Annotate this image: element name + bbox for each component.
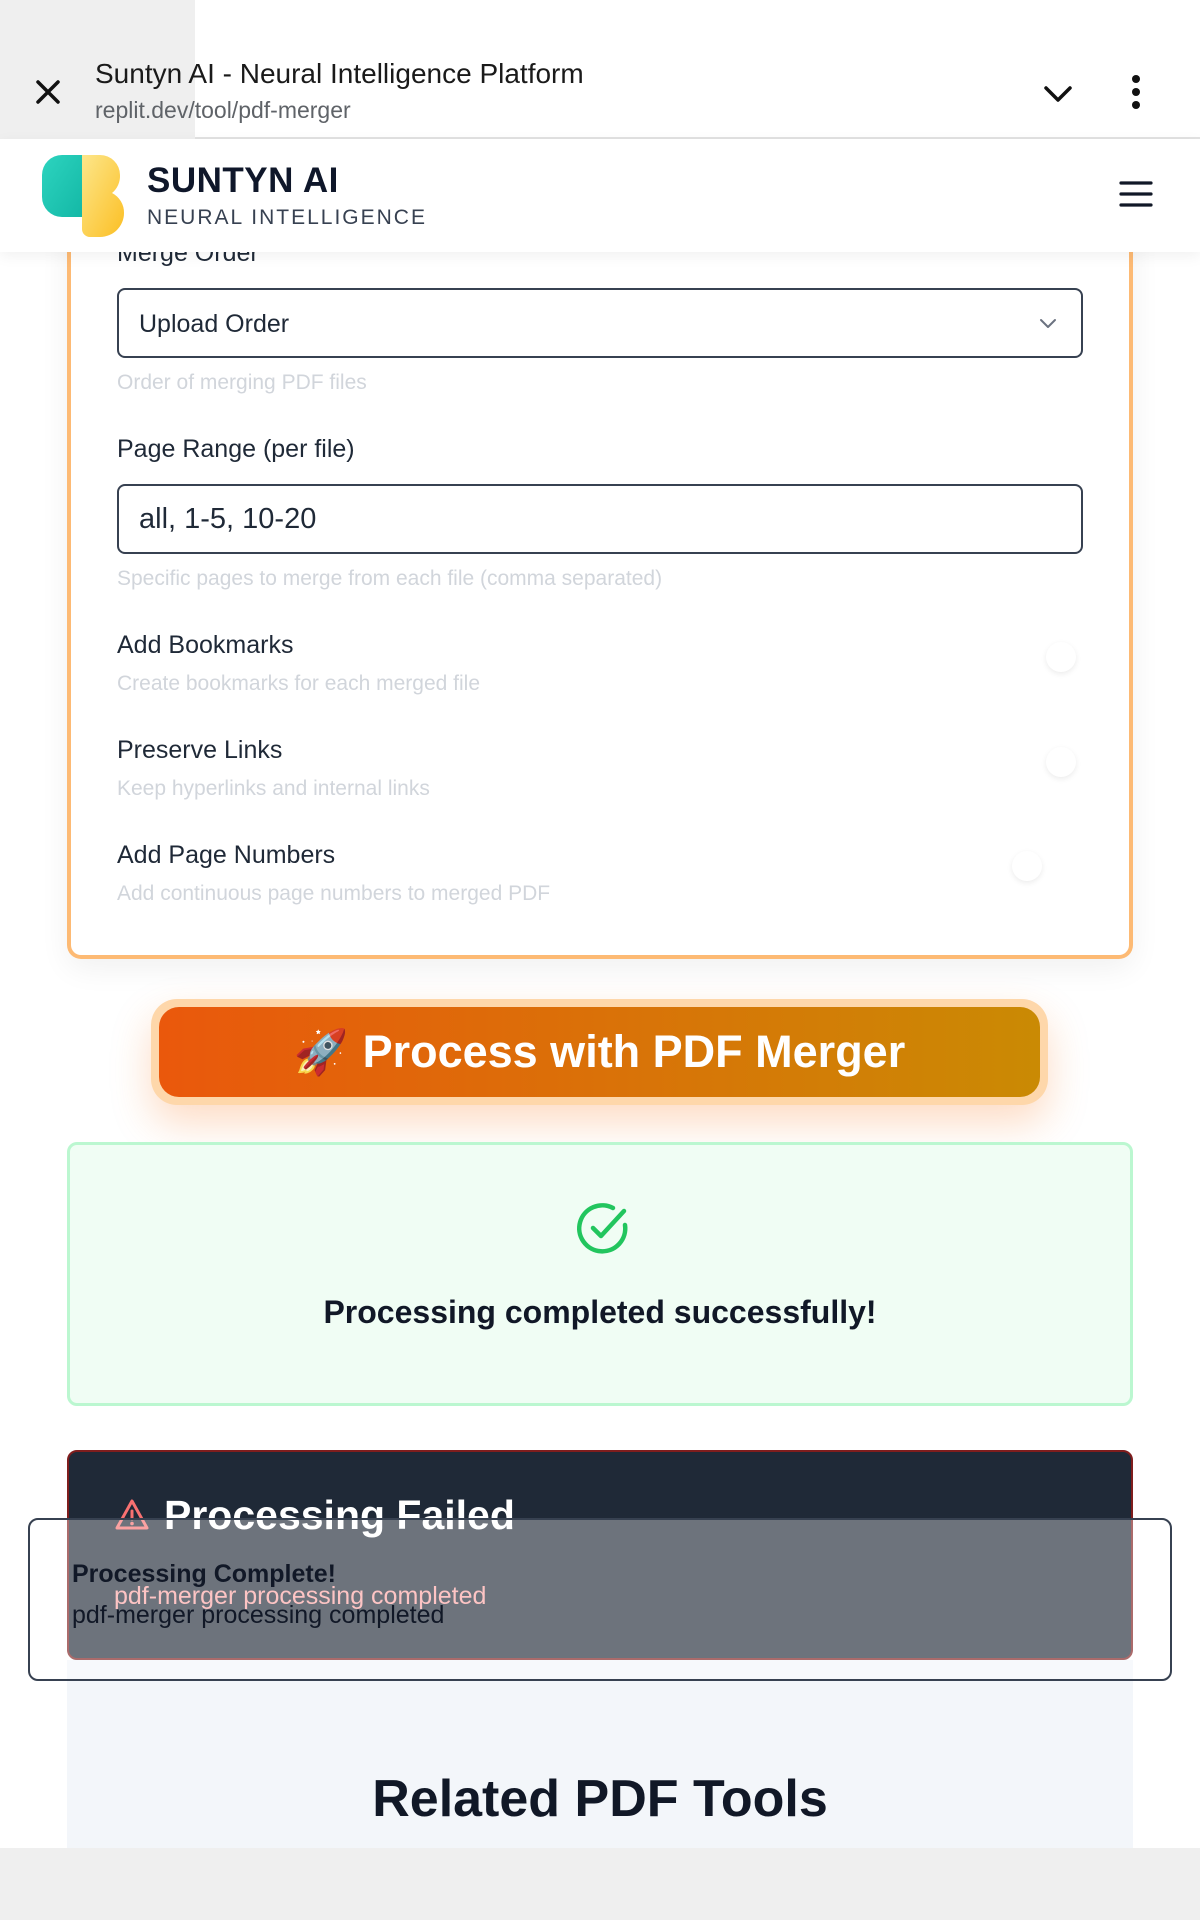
- add-page-numbers-toggle[interactable]: [1012, 851, 1042, 881]
- browser-toolbar: Suntyn AI - Neural Intelligence Platform…: [0, 0, 1200, 139]
- browser-url[interactable]: replit.dev/tool/pdf-merger: [95, 97, 351, 124]
- add-bookmarks-help: Create bookmarks for each merged file: [117, 672, 480, 695]
- chevron-down-icon: [1037, 312, 1059, 339]
- preserve-links-toggle[interactable]: [1046, 747, 1076, 777]
- merge-order-select[interactable]: Upload Order: [117, 288, 1083, 358]
- more-vertical-icon[interactable]: [1130, 72, 1142, 112]
- process-button-frame: 🚀 Process with PDF Merger: [151, 999, 1048, 1105]
- preserve-links-help: Keep hyperlinks and internal links: [117, 777, 430, 800]
- browser-page-title: Suntyn AI - Neural Intelligence Platform: [95, 58, 584, 89]
- brand-tagline: NEURAL INTELLIGENCE: [147, 206, 427, 229]
- page-range-input[interactable]: [117, 484, 1083, 554]
- add-page-numbers-label: Add Page Numbers: [117, 841, 336, 869]
- preserve-links-label: Preserve Links: [117, 736, 283, 764]
- suntyn-logo[interactable]: [40, 153, 128, 239]
- rocket-icon: 🚀: [293, 1028, 349, 1077]
- merge-order-help: Order of merging PDF files: [117, 371, 367, 394]
- close-icon[interactable]: [28, 72, 68, 112]
- page-range-help: Specific pages to merge from each file (…: [117, 567, 663, 590]
- related-tools-title: Related PDF Tools: [372, 1770, 828, 1828]
- add-page-numbers-help: Add continuous page numbers to merged PD…: [117, 882, 551, 905]
- site-header: SUNTYN AI NEURAL INTELLIGENCE: [0, 139, 1200, 252]
- toast-title: Processing Complete!: [72, 1560, 336, 1588]
- add-bookmarks-toggle[interactable]: [1046, 642, 1076, 672]
- hamburger-menu-icon[interactable]: [1118, 179, 1154, 209]
- process-button-label: Process with PDF Merger: [362, 1026, 906, 1077]
- success-message: Processing completed successfully!: [323, 1294, 877, 1330]
- process-button[interactable]: 🚀 Process with PDF Merger: [159, 1007, 1040, 1097]
- toast-message: pdf-merger processing completed: [72, 1601, 445, 1629]
- success-panel: Processing completed successfully!: [67, 1142, 1133, 1406]
- bottom-system-bar: [0, 1848, 1200, 1920]
- toast-notification[interactable]: Processing Complete! pdf-merger processi…: [28, 1518, 1172, 1681]
- page-range-label: Page Range (per file): [117, 435, 355, 463]
- merge-order-value: Upload Order: [139, 310, 290, 338]
- add-bookmarks-label: Add Bookmarks: [117, 631, 294, 659]
- check-circle-icon: [575, 1200, 631, 1261]
- chevron-down-icon[interactable]: [1038, 74, 1078, 114]
- brand-name: SUNTYN AI: [147, 161, 339, 200]
